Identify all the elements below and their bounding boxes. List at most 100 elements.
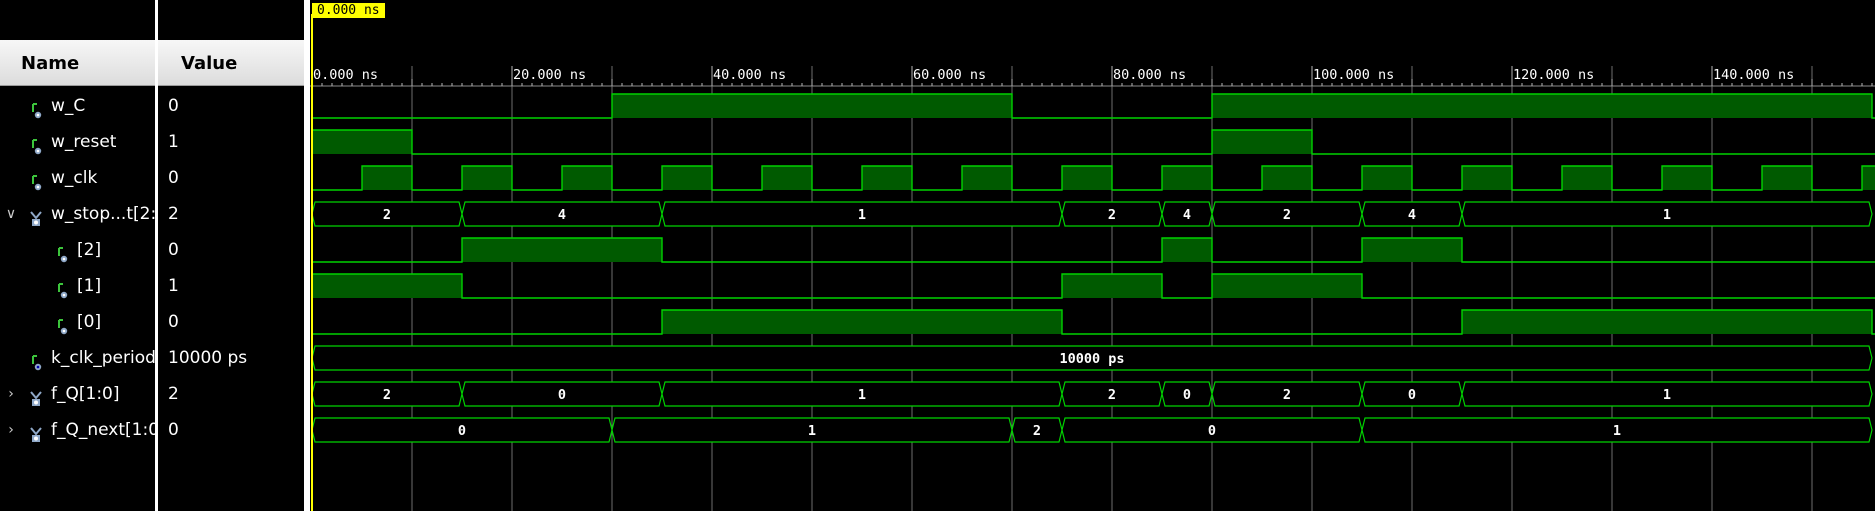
signal-name: w_clk <box>51 168 98 188</box>
signal-row-w-reset[interactable]: w_reset <box>0 124 155 160</box>
time-label: 140.000 ns <box>1713 67 1794 83</box>
signal-value: 0 <box>168 168 179 188</box>
chevron-right-icon[interactable]: › <box>4 376 18 412</box>
waveform-canvas[interactable]: 0.000 ns 20.000 ns 40.000 ns 60.000 ns 80.00… <box>310 0 1875 511</box>
bus-value-label: 0 <box>1408 387 1416 403</box>
signal-icon <box>30 133 43 155</box>
cursor-time-marker[interactable]: 0.000 ns <box>312 3 385 18</box>
bus-value-label: 2 <box>1108 387 1116 403</box>
signal-row-w-clk[interactable]: w_clk <box>0 160 155 196</box>
high-pulse <box>1462 166 1512 190</box>
signal-row--1[interactable]: [1] <box>0 268 155 304</box>
signal-value: 0 <box>168 312 179 332</box>
signal-icon <box>56 313 69 335</box>
bus-icon <box>30 205 43 226</box>
signal-value: 0 <box>168 420 179 440</box>
waveform-6[interactable] <box>311 273 1875 299</box>
bus-value-label: 4 <box>558 207 566 223</box>
high-pulse <box>462 238 662 262</box>
high-pulse <box>1162 238 1212 262</box>
bus-value-label: 0 <box>1183 387 1191 403</box>
high-pulse <box>562 166 612 190</box>
high-pulse <box>312 274 462 298</box>
bus-value-label: 1 <box>858 387 866 403</box>
waveform-pane[interactable]: 0.000 ns 0.000 ns 20.000 ns 40.000 ns 60.00… <box>310 0 1875 511</box>
signal-name: [2] <box>77 240 102 260</box>
value-header-label: Value <box>181 53 238 74</box>
bus-value-label: 0 <box>458 423 466 439</box>
signal-name: [1] <box>77 276 102 296</box>
name-column-header[interactable]: Name <box>0 40 155 86</box>
time-label: 100.000 ns <box>1313 67 1394 83</box>
high-pulse <box>462 166 512 190</box>
bus-value-label: 2 <box>383 207 391 223</box>
time-label: 20.000 ns <box>513 67 586 83</box>
high-pulse <box>362 166 412 190</box>
chevron-down-icon[interactable]: ∨ <box>4 196 18 232</box>
high-pulse <box>962 166 1012 190</box>
waveform-9[interactable]: 2 0 1 2 0 2 0 1 <box>311 381 1873 407</box>
bus-value-label: 2 <box>1283 387 1291 403</box>
waveform-4[interactable]: 2 4 1 2 4 2 4 1 <box>311 201 1873 227</box>
waveform-8[interactable]: 10000 ps <box>311 345 1873 371</box>
values-pane: Value 0 1 0 2 0 1 0 10000 ps 2 0 <box>158 0 304 511</box>
time-label: 0.000 ns <box>313 67 378 83</box>
high-pulse <box>1362 238 1462 262</box>
time-label: 60.000 ns <box>913 67 986 83</box>
wave-trace <box>311 129 1875 155</box>
bus-value-label: 2 <box>1033 423 1041 439</box>
signal-name: w_stop...t[2:0] <box>51 204 155 224</box>
high-pulse <box>612 94 1012 118</box>
high-pulse <box>312 130 412 154</box>
bus-value-label: 0 <box>1208 423 1216 439</box>
high-pulse <box>1362 166 1412 190</box>
chevron-right-icon[interactable]: › <box>4 412 18 448</box>
signal-row-w-C[interactable]: w_C <box>0 88 155 124</box>
waveform-3[interactable] <box>312 165 1875 191</box>
high-pulse <box>1162 166 1212 190</box>
waveform-10[interactable]: 0 1 2 0 1 <box>311 417 1873 443</box>
signal-value: 2 <box>168 204 179 224</box>
signal-value: 1 <box>168 132 179 152</box>
signal-row--0[interactable]: [0] <box>0 304 155 340</box>
high-pulse <box>662 310 1062 334</box>
bus-value-label: 1 <box>1613 423 1621 439</box>
signal-row--2[interactable]: [2] <box>0 232 155 268</box>
names-pane: Name w_C w_reset w_clk ∨ w_stop...t[2:0] [2] [… <box>0 0 155 511</box>
signal-name: f_Q[1:0] <box>51 384 120 404</box>
signal-value: 0 <box>168 96 179 116</box>
signal-row-w-stop-t-2-0[interactable]: ∨ w_stop...t[2:0] <box>0 196 155 232</box>
high-pulse <box>762 166 812 190</box>
signal-name: f_Q_next[1:0] <box>51 420 155 440</box>
waveform-1[interactable] <box>312 93 1875 119</box>
bus-value-label: 2 <box>383 387 391 403</box>
high-pulse <box>1862 166 1875 190</box>
bus-value-label: 0 <box>558 387 566 403</box>
bus-value-label: 1 <box>1663 207 1671 223</box>
bus-value-label: 4 <box>1408 207 1416 223</box>
high-pulse <box>862 166 912 190</box>
signal-value: 0 <box>168 240 179 260</box>
waveform-5[interactable] <box>312 237 1875 263</box>
bus-value-label: 1 <box>1663 387 1671 403</box>
signal-name: w_reset <box>51 132 117 152</box>
bus-value-label: 2 <box>1108 207 1116 223</box>
waveform-2[interactable] <box>311 129 1875 155</box>
high-pulse <box>1212 130 1312 154</box>
time-ruler[interactable]: 0.000 ns 20.000 ns 40.000 ns 60.000 ns 80.00… <box>310 66 1875 87</box>
signal-value: 2 <box>168 384 179 404</box>
signal-row-k-clk-period[interactable]: k_clk_period <box>0 340 155 376</box>
time-label: 120.000 ns <box>1513 67 1594 83</box>
waveform-7[interactable] <box>312 309 1875 335</box>
high-pulse <box>1662 166 1712 190</box>
signal-name: w_C <box>51 96 86 116</box>
high-pulse <box>662 166 712 190</box>
bus-value-label: 1 <box>858 207 866 223</box>
signal-row-f-Q-1-0[interactable]: › f_Q[1:0] <box>0 376 155 412</box>
bus-value-label: 1 <box>808 423 816 439</box>
signal-row-f-Q-next-1-0[interactable]: › f_Q_next[1:0] <box>0 412 155 448</box>
high-pulse <box>1762 166 1812 190</box>
value-column-header[interactable]: Value <box>158 40 304 86</box>
high-pulse <box>1062 166 1112 190</box>
bus-icon <box>30 385 43 406</box>
